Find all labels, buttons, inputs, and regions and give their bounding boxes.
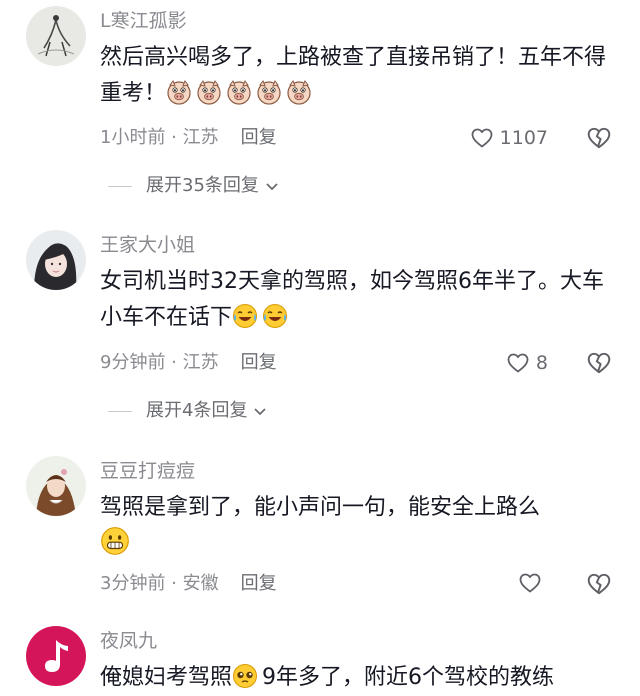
pig-face-emoji xyxy=(226,79,252,105)
expand-replies-label: 展开35条回复 xyxy=(146,175,259,196)
comment-meta: 3分钟前 · 安徽 回复 xyxy=(100,571,277,597)
reply-button[interactable]: 回复 xyxy=(241,573,277,594)
comment-text: 女司机当时32天拿的驾照，如今驾照6年半了。大车小车不在话下 xyxy=(100,264,620,336)
avatar[interactable] xyxy=(26,456,86,516)
laugh-cry-emoji xyxy=(232,303,258,329)
grin-emoji xyxy=(100,526,130,556)
broken-heart-icon[interactable] xyxy=(586,571,612,597)
like-count: 8 xyxy=(535,352,548,374)
comment-text: 驾照是拿到了，能小声问一句，能安全上路么 xyxy=(100,490,620,563)
heart-outline-icon xyxy=(506,351,530,375)
comment-location: 江苏 xyxy=(182,352,219,373)
reply-button[interactable]: 回复 xyxy=(241,352,277,373)
comment-meta: 9分钟前 · 江苏 回复 xyxy=(100,350,277,376)
comment-time: 3分钟前 xyxy=(100,573,166,594)
comment-text-content: 女司机当时32天拿的驾照，如今驾照6年半了。大车小车不在话下 xyxy=(100,269,604,330)
username[interactable]: 豆豆打痘痘 xyxy=(100,458,195,484)
comment-location: 安徽 xyxy=(182,573,219,594)
comment-text-after: 9年多了，附近6个驾校的教练 xyxy=(262,665,555,690)
laugh-cry-emoji xyxy=(262,303,288,329)
meta-separator: · xyxy=(165,573,183,594)
comment-text-content: 驾照是拿到了，能小声问一句，能安全上路么 xyxy=(100,495,541,520)
heart-outline-icon xyxy=(470,126,494,150)
expand-replies-button[interactable]: 展开4条回复 xyxy=(108,398,269,424)
meta-separator: · xyxy=(165,127,183,148)
like-button[interactable]: 8 xyxy=(506,350,548,376)
meta-separator: · xyxy=(165,352,183,373)
reply-button[interactable]: 回复 xyxy=(241,127,277,148)
like-button[interactable]: 1107 xyxy=(470,125,548,151)
comment-text: 然后高兴喝多了，上路被查了直接吊销了！五年不得重考！ xyxy=(100,40,620,112)
broken-heart-icon[interactable] xyxy=(586,350,612,376)
comment-time: 9分钟前 xyxy=(100,352,166,373)
avatar[interactable] xyxy=(26,6,86,66)
comment-time: 1小时前 xyxy=(100,127,166,148)
comment-text-before: 俺媳妇考驾照 xyxy=(100,665,233,690)
pig-face-emoji xyxy=(256,79,282,105)
emoji-group xyxy=(166,81,316,106)
chevron-down-icon xyxy=(266,183,278,191)
pig-face-emoji xyxy=(166,79,192,105)
expand-replies-button[interactable]: 展开35条回复 xyxy=(108,173,281,199)
comment-text: 俺媳妇考驾照 9年多了，附近6个驾校的教练 xyxy=(100,660,620,696)
divider xyxy=(108,410,132,412)
expand-replies-label: 展开4条回复 xyxy=(146,400,248,421)
avatar[interactable] xyxy=(26,230,86,290)
username[interactable]: 王家大小姐 xyxy=(100,232,195,258)
pig-face-emoji xyxy=(286,79,312,105)
like-count: 1107 xyxy=(499,127,548,149)
emoji-group xyxy=(232,305,292,330)
like-button[interactable] xyxy=(518,571,548,595)
username[interactable]: L寒江孤影 xyxy=(100,8,187,34)
username[interactable]: 夜凤九 xyxy=(100,628,157,654)
broken-heart-icon[interactable] xyxy=(586,125,612,151)
avatar[interactable] xyxy=(26,626,86,686)
comment-meta: 1小时前 · 江苏 回复 xyxy=(100,125,277,151)
chevron-down-icon xyxy=(254,408,267,416)
pig-face-emoji xyxy=(196,79,222,105)
divider xyxy=(108,185,132,187)
heart-outline-icon xyxy=(518,571,542,595)
pleading-emoji xyxy=(232,663,258,689)
comment-location: 江苏 xyxy=(182,127,219,148)
